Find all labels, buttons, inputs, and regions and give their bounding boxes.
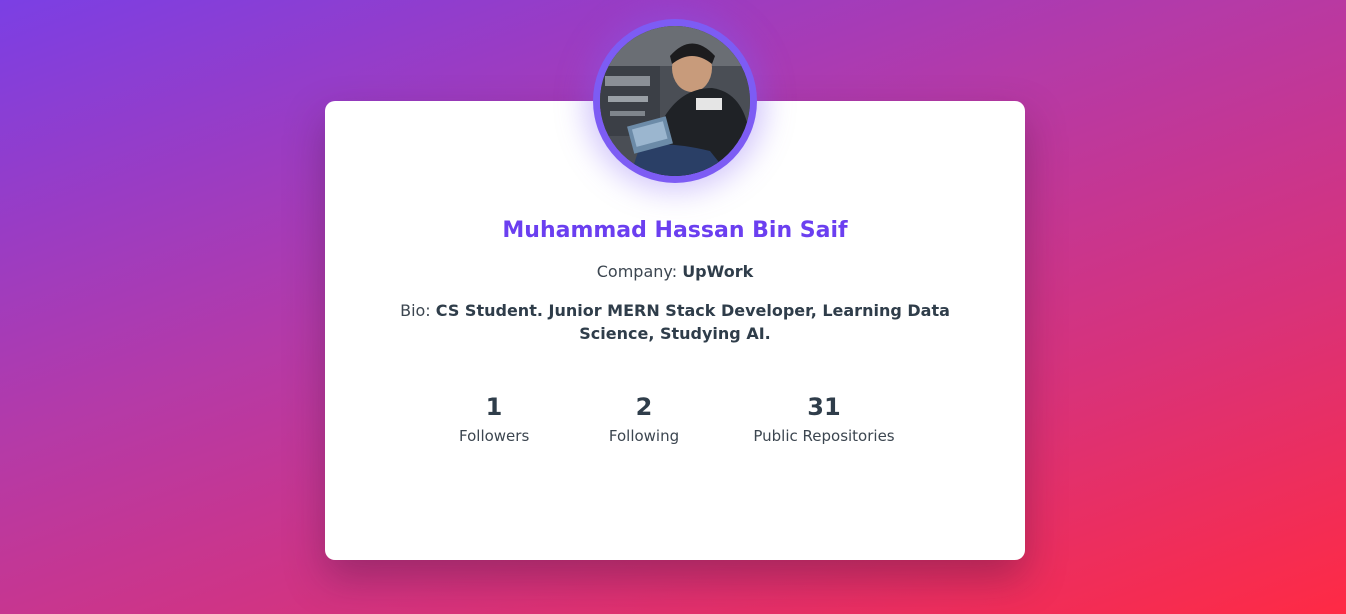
- company-label: Company:: [596, 262, 678, 281]
- avatar: [600, 26, 750, 176]
- stat-following: 2 Following: [604, 391, 684, 445]
- stats-row: 1 Followers 2 Following 31 Public Reposi…: [325, 391, 1025, 461]
- stat-followers: 1 Followers: [459, 391, 529, 445]
- repos-count: 31: [807, 393, 841, 421]
- bio-value: CS Student. Junior MERN Stack Developer,…: [435, 301, 950, 343]
- bio-line: Bio: CS Student. Junior MERN Stack Devel…: [365, 299, 985, 345]
- bio-label: Bio:: [400, 301, 431, 320]
- avatar-ring: [593, 19, 757, 183]
- stat-public-repositories: 31 Public Repositories: [749, 391, 899, 445]
- repos-label: Public Repositories: [753, 427, 895, 445]
- following-label: Following: [608, 427, 680, 445]
- company-value: UpWork: [682, 262, 754, 281]
- company-line: Company: UpWork: [325, 262, 1025, 281]
- avatar-photo: [600, 26, 750, 176]
- followers-count: 1: [485, 393, 503, 421]
- followers-label: Followers: [459, 427, 530, 445]
- following-count: 2: [635, 393, 653, 421]
- profile-name: Muhammad Hassan Bin Saif: [502, 218, 848, 243]
